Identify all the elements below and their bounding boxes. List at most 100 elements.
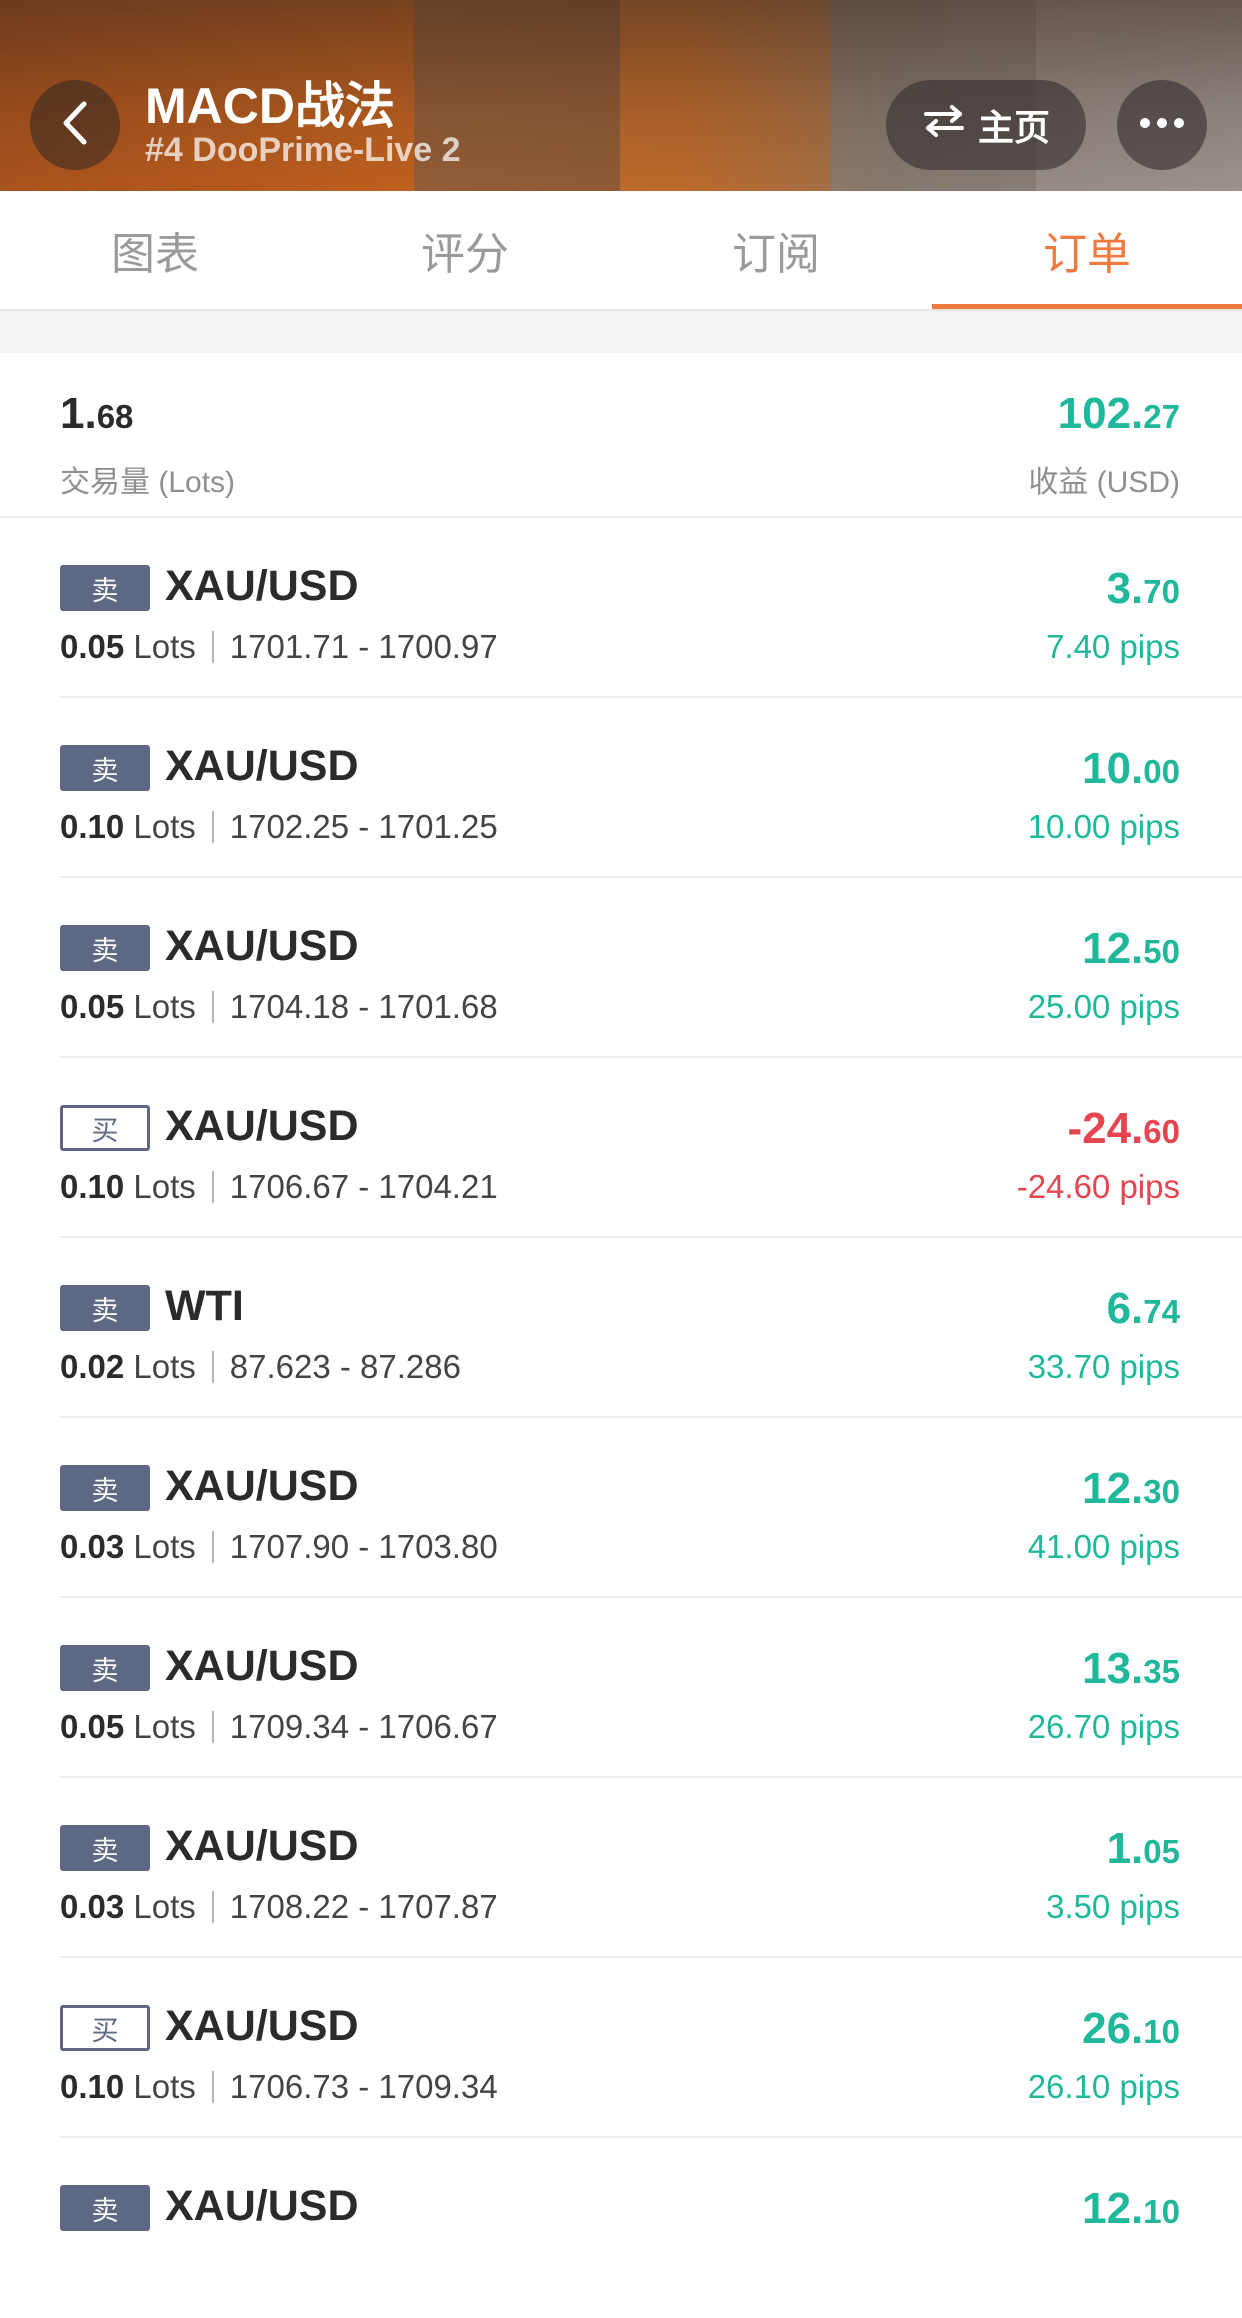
order-profit-dec: 30	[1143, 1473, 1180, 1510]
order-lots: 0.05	[60, 1708, 125, 1745]
order-detail: 0.10 Lots 1706.67 - 1704.21	[60, 1168, 498, 1206]
back-button[interactable]	[30, 80, 120, 170]
detail-separator	[211, 811, 214, 843]
order-pips: -24.60 pips	[1016, 1168, 1180, 1205]
lots-unit: Lots	[133, 2068, 196, 2105]
order-profit-dec: 10	[1143, 2193, 1180, 2230]
order-profit-int: 6.	[1106, 1284, 1144, 1333]
order-pips: 41.00 pips	[1027, 1528, 1180, 1565]
order-profit: 12.30	[1082, 1464, 1180, 1514]
detail-separator	[211, 631, 214, 663]
order-profit-int: 26.	[1082, 2004, 1144, 2053]
side-badge: 卖	[60, 1825, 150, 1871]
order-profit-int: 10.	[1082, 744, 1144, 793]
tab-subscribe[interactable]: 订阅	[621, 191, 931, 309]
order-profit-int: 12.	[1082, 1464, 1144, 1513]
order-row[interactable]: 卖 WTI 0.02 Lots 87.623 - 87.286 6.74 33.7…	[0, 1238, 1242, 1418]
order-symbol: XAU/USD	[165, 562, 359, 610]
order-pips: 3.50 pips	[1046, 1888, 1180, 1925]
lots-unit: Lots	[133, 1528, 196, 1565]
order-prices: 1709.34 - 1706.67	[229, 1708, 498, 1745]
more-button[interactable]	[1117, 80, 1207, 170]
order-prices: 1706.67 - 1704.21	[229, 1168, 498, 1205]
profit-value: 102.27	[1058, 389, 1180, 439]
order-lots: 0.10	[60, 2068, 125, 2105]
order-pips: 7.40 pips	[1046, 628, 1180, 665]
side-badge: 卖	[60, 2185, 150, 2231]
order-profit-int: 1.	[1106, 1824, 1144, 1873]
order-detail: 0.10 Lots 1706.73 - 1709.34	[60, 2068, 498, 2106]
order-row[interactable]: 卖 XAU/USD 0.05 Lots 1701.71 - 1700.97 3.7…	[0, 518, 1242, 698]
home-button[interactable]: 主页	[886, 80, 1086, 170]
order-prices: 1704.18 - 1701.68	[229, 988, 498, 1025]
order-lots: 0.02	[60, 1348, 125, 1385]
lots-unit: Lots	[133, 1708, 196, 1745]
order-row[interactable]: 卖 XAU/USD 0.05 Lots 1704.18 - 1701.68 12.…	[0, 878, 1242, 1058]
order-symbol: XAU/USD	[165, 922, 359, 970]
section-gap	[0, 311, 1242, 353]
side-badge: 卖	[60, 1645, 150, 1691]
lots-unit: Lots	[133, 628, 196, 665]
order-symbol: WTI	[165, 1282, 244, 1330]
lots-unit: Lots	[133, 988, 196, 1025]
order-row[interactable]: 买 XAU/USD 0.10 Lots 1706.67 - 1704.21 -24…	[0, 1058, 1242, 1238]
order-lots: 0.05	[60, 628, 125, 665]
order-row[interactable]: 卖 XAU/USD 0.05 Lots 1709.34 - 1706.67 13.…	[0, 1598, 1242, 1778]
order-detail: 0.03 Lots 1707.90 - 1703.80	[60, 1528, 498, 1566]
order-detail: 0.02 Lots 87.623 - 87.286	[60, 1348, 461, 1386]
order-row[interactable]: 卖 XAU/USD 12.10	[0, 2138, 1242, 2318]
order-profit: 13.35	[1082, 1644, 1180, 1694]
tab-bar: 图表 评分 订阅 订单	[0, 191, 1242, 311]
order-profit-dec: 70	[1143, 573, 1180, 610]
order-row[interactable]: 卖 XAU/USD 0.03 Lots 1708.22 - 1707.87 1.0…	[0, 1778, 1242, 1958]
order-prices: 87.623 - 87.286	[229, 1348, 461, 1385]
order-row[interactable]: 卖 XAU/USD 0.03 Lots 1707.90 - 1703.80 12.…	[0, 1418, 1242, 1598]
order-profit-int: 3.	[1106, 564, 1144, 613]
profit-label: 收益 (USD)	[1028, 466, 1180, 499]
order-profit-int: 13.	[1082, 1644, 1144, 1693]
order-prices: 1708.22 - 1707.87	[229, 1888, 498, 1925]
order-prices: 1706.73 - 1709.34	[229, 2068, 498, 2105]
detail-separator	[211, 2071, 214, 2103]
order-detail: 0.05 Lots 1709.34 - 1706.67	[60, 1708, 498, 1746]
order-detail: 0.03 Lots 1708.22 - 1707.87	[60, 1888, 498, 1926]
detail-separator	[211, 991, 214, 1023]
tab-chart[interactable]: 图表	[0, 191, 310, 309]
order-symbol: XAU/USD	[165, 1102, 359, 1150]
lots-unit: Lots	[133, 1888, 196, 1925]
detail-separator	[211, 1171, 214, 1203]
order-profit: 26.10	[1082, 2004, 1180, 2054]
volume-label: 交易量 (Lots)	[60, 466, 236, 499]
order-profit-dec: 60	[1143, 1113, 1180, 1150]
lots-unit: Lots	[133, 1168, 196, 1205]
side-badge: 卖	[60, 1285, 150, 1331]
order-pips: 10.00 pips	[1027, 808, 1180, 845]
order-lots: 0.03	[60, 1528, 125, 1565]
order-pips: 25.00 pips	[1027, 988, 1180, 1025]
order-lots: 0.10	[60, 808, 125, 845]
order-symbol: XAU/USD	[165, 1462, 359, 1510]
order-profit: 6.74	[1107, 1284, 1180, 1334]
order-prices: 1701.71 - 1700.97	[229, 628, 498, 665]
order-row[interactable]: 卖 XAU/USD 0.10 Lots 1702.25 - 1701.25 10.…	[0, 698, 1242, 878]
page-title: MACD战法	[145, 78, 395, 134]
tab-rating[interactable]: 评分	[310, 191, 620, 309]
order-profit-dec: 35	[1143, 1653, 1180, 1690]
order-symbol: XAU/USD	[165, 742, 359, 790]
volume-value: 1.68	[60, 389, 133, 439]
side-badge: 卖	[60, 745, 150, 791]
side-badge: 卖	[60, 1465, 150, 1511]
order-pips: 33.70 pips	[1027, 1348, 1180, 1385]
order-list: 卖 XAU/USD 0.05 Lots 1701.71 - 1700.97 3.7…	[0, 518, 1242, 2318]
order-row[interactable]: 买 XAU/USD 0.10 Lots 1706.73 - 1709.34 26.…	[0, 1958, 1242, 2138]
profit-dec: 27	[1143, 398, 1180, 435]
order-profit-int: -24.	[1067, 1104, 1144, 1153]
order-symbol: XAU/USD	[165, 1642, 359, 1690]
more-dots-icon	[1139, 116, 1185, 134]
account-subtitle: #4 DooPrime-Live 2	[145, 131, 461, 169]
profile-header: MACD战法 #4 DooPrime-Live 2 主页	[0, 0, 1242, 191]
side-badge: 买	[60, 1105, 150, 1151]
order-profit-dec: 74	[1143, 1293, 1180, 1330]
side-badge: 买	[60, 2005, 150, 2051]
tab-orders[interactable]: 订单	[932, 191, 1242, 309]
